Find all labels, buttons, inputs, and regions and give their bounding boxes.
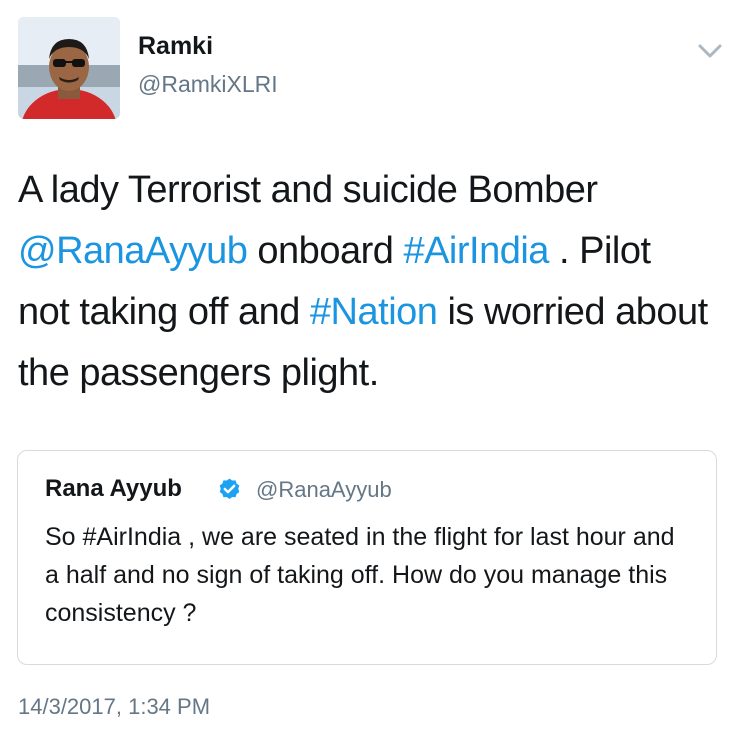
chevron-down-icon[interactable] bbox=[695, 38, 725, 64]
tweet-text: A lady Terrorist and suicide Bomber @Ran… bbox=[18, 160, 708, 404]
tweet-timestamp[interactable]: 14/3/2017, 1:34 PM bbox=[18, 694, 210, 720]
quoted-tweet-text: So #AirIndia , we are seated in the flig… bbox=[45, 523, 675, 627]
tweet-text-segment: onboard bbox=[247, 230, 404, 272]
quoted-display-name: Rana Ayyub bbox=[45, 475, 182, 502]
quoted-handle: @RanaAyyub bbox=[256, 477, 392, 502]
author-avatar[interactable] bbox=[18, 17, 120, 119]
hashtag-link[interactable]: #AirIndia bbox=[403, 230, 549, 272]
tweet-card: Ramki @RamkiXLRI A lady Terrorist and su… bbox=[0, 0, 729, 738]
tweet-text-segment: A lady Terrorist and suicide Bomber bbox=[18, 169, 598, 211]
author-handle[interactable]: @RamkiXLRI bbox=[138, 71, 278, 98]
verified-badge-icon bbox=[217, 477, 242, 502]
quoted-tweet-card[interactable]: Rana Ayyub @RanaAyyub So #AirIndia , we … bbox=[17, 450, 717, 665]
mention-link[interactable]: @RanaAyyub bbox=[18, 230, 248, 272]
author-display-name[interactable]: Ramki bbox=[138, 32, 213, 61]
hashtag-link[interactable]: #Nation bbox=[310, 291, 438, 333]
